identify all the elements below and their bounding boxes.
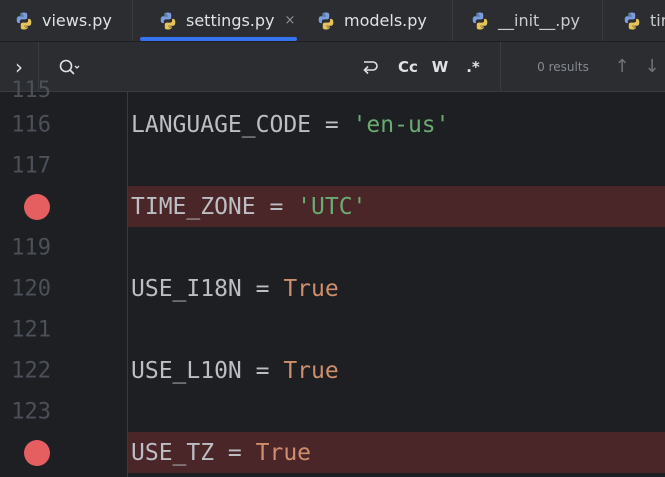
code-line[interactable]: 117: [0, 145, 665, 186]
line-number: 123: [11, 399, 51, 424]
tab-label: __init__.py: [498, 11, 581, 30]
search-results-count: 0 results: [537, 59, 589, 74]
next-occurrence-icon[interactable]: ↓: [640, 42, 664, 91]
code-text: USE_L10N = True: [131, 358, 339, 384]
code-editor[interactable]: 115 116 LANGUAGE_CODE = 'en-us' 117 TIME_ZO…: [0, 78, 665, 477]
match-case-toggle[interactable]: Cc: [393, 42, 423, 91]
code-line[interactable]: 123: [0, 391, 665, 432]
string-literal: 'en-us': [352, 111, 450, 138]
code-line[interactable]: USE_TZ = True: [0, 432, 665, 473]
line-number: 117: [11, 153, 51, 178]
tab-label: settings.py: [186, 11, 275, 30]
identifier: USE_TZ =: [131, 439, 256, 466]
python-file-icon: [472, 12, 488, 29]
python-file-icon: [624, 12, 640, 29]
previous-occurrence-icon[interactable]: ↑: [610, 42, 634, 91]
tab-views-py[interactable]: views.py: [14, 0, 112, 41]
keyword: True: [255, 439, 312, 466]
breakpoint-icon[interactable]: [24, 193, 50, 220]
keyword: True: [283, 357, 339, 384]
code-line[interactable]: 121: [0, 309, 665, 350]
code-text: LANGUAGE_CODE = 'en-us': [131, 112, 450, 138]
close-tab-icon[interactable]: ×: [285, 13, 296, 28]
line-number: 115: [11, 78, 51, 103]
tab-init-py[interactable]: __init__.py: [470, 0, 580, 41]
tab-settings-py[interactable]: settings.py ×: [139, 0, 298, 41]
whole-words-toggle[interactable]: W: [428, 42, 452, 91]
replace-toggle-icon[interactable]: [357, 42, 383, 91]
search-options-icon[interactable]: [55, 42, 83, 91]
tab-tim[interactable]: tim: [622, 0, 665, 41]
line-number: 120: [11, 276, 51, 301]
code-line[interactable]: 119: [0, 227, 665, 268]
code-text: USE_TZ = True: [131, 440, 311, 466]
identifier: USE_I18N =: [131, 275, 284, 302]
line-number: 121: [11, 317, 51, 342]
python-file-icon: [16, 12, 32, 29]
code-text: USE_I18N = True: [131, 276, 339, 302]
breakpoint-icon[interactable]: [24, 439, 50, 466]
identifier: LANGUAGE_CODE =: [131, 111, 353, 138]
keyword: True: [283, 275, 339, 302]
identifier: USE_L10N =: [131, 357, 284, 384]
string-literal: 'UTC': [297, 193, 367, 220]
line-number: 116: [11, 112, 51, 137]
code-line[interactable]: TIME_ZONE = 'UTC': [0, 186, 665, 227]
tab-divider: [452, 0, 453, 41]
line-number: 119: [11, 235, 51, 260]
tab-divider: [132, 0, 133, 41]
code-line[interactable]: 120 USE_I18N = True: [0, 268, 665, 309]
code-text: TIME_ZONE = 'UTC': [131, 194, 366, 220]
tab-models-py[interactable]: models.py: [316, 0, 427, 41]
find-bar: › Cc W .* 0 results ↑ ↓: [0, 42, 665, 92]
gutter-divider: [127, 91, 128, 477]
tab-divider: [602, 0, 603, 41]
editor-tab-bar: views.py settings.py × models.py __init_…: [0, 0, 665, 42]
find-bar-divider: [500, 42, 501, 91]
tab-label: models.py: [344, 11, 427, 30]
python-file-icon: [318, 12, 334, 29]
line-number: 122: [11, 358, 51, 383]
identifier: TIME_ZONE =: [131, 193, 298, 220]
python-file-icon: [160, 12, 176, 29]
regex-toggle[interactable]: .*: [460, 42, 486, 91]
tab-label: views.py: [42, 11, 112, 30]
tab-label: tim: [650, 11, 665, 30]
code-line[interactable]: 122 USE_L10N = True: [0, 350, 665, 391]
code-line[interactable]: 116 LANGUAGE_CODE = 'en-us': [0, 104, 665, 145]
